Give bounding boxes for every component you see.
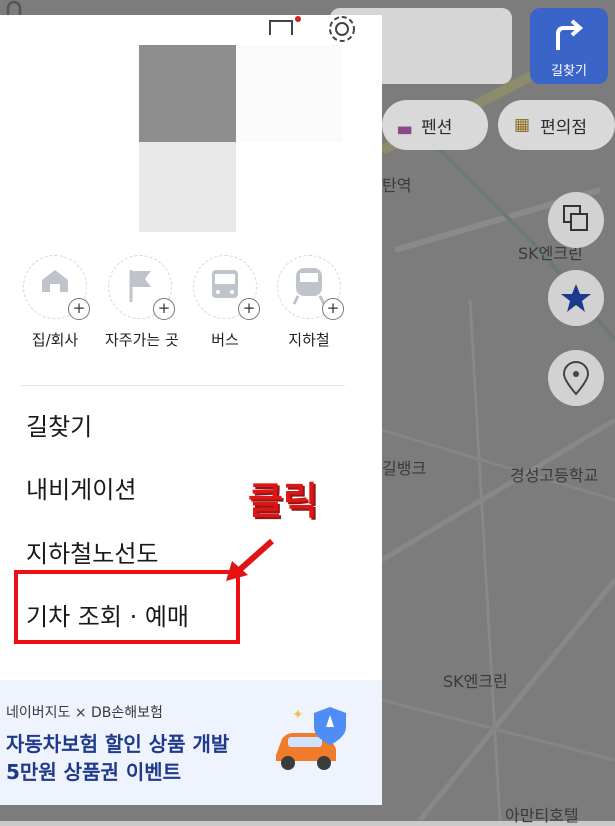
ad-subheadline: 5만원 상품권 이벤트 (6, 760, 182, 784)
location-pin-icon (562, 361, 590, 396)
quick-label: 지하철 (288, 331, 330, 349)
profile-image[interactable] (139, 45, 236, 142)
menu-item-directions[interactable]: 길찾기 (26, 407, 92, 442)
quick-bus[interactable]: + 버스 (190, 255, 260, 350)
notice-icon[interactable] (268, 15, 302, 37)
quick-favorite-places[interactable]: + 자주가는 곳 (105, 255, 179, 350)
quick-subway[interactable]: + 지하철 (274, 255, 344, 350)
side-drawer: + 집/회사 + 자주가는 곳 + 버스 + 지하철 길찾기 내비게이션 지하철… (0, 15, 382, 805)
add-icon: + (238, 298, 260, 320)
quick-circle: + (23, 255, 90, 320)
route-arrow-icon (556, 19, 584, 50)
star-icon (561, 284, 591, 312)
add-icon: + (68, 298, 90, 320)
layers-icon (563, 205, 588, 231)
chip-pension[interactable]: ▃ 펜션 (382, 100, 488, 150)
quick-home-work[interactable]: + 집/회사 (20, 255, 90, 350)
chip-label: 펜션 (421, 117, 453, 138)
menu-item-navigation[interactable]: 내비게이션 (26, 470, 136, 505)
map-place-label: 탄역 (382, 176, 412, 195)
ad-headline: 자동차보험 할인 상품 개발 (6, 732, 230, 756)
profile-background (236, 45, 342, 142)
highlight-box (14, 570, 240, 644)
quick-circle: + (193, 255, 260, 320)
map-place-label: 아만티호텔 (505, 806, 579, 825)
ad-banner[interactable]: 네이버지도 × DB손해보험 자동차보험 할인 상품 개발 5만원 상품권 이벤… (0, 680, 382, 805)
quick-label: 자주가는 곳 (105, 331, 179, 349)
quick-label: 버스 (211, 331, 239, 349)
svg-text:✦: ✦ (292, 707, 304, 723)
map-place-label: 길뱅크 (382, 459, 427, 478)
add-icon: + (322, 298, 344, 320)
quick-circle: + (108, 255, 175, 320)
quick-label: 집/회사 (31, 331, 79, 349)
route-button-label: 길찾기 (551, 64, 587, 79)
profile-image-lower (139, 142, 236, 232)
favorites-button[interactable] (548, 270, 604, 326)
chip-convenience-store[interactable]: ▦ 편의점 (498, 100, 615, 150)
quick-circle: + (277, 255, 344, 320)
ad-brand: 네이버지도 × DB손해보험 (6, 705, 163, 721)
click-annotation: 클릭 (248, 479, 318, 523)
route-button[interactable]: 길찾기 (530, 8, 608, 84)
my-location-button[interactable] (548, 350, 604, 406)
divider (20, 385, 345, 386)
store-icon: ▦ (514, 115, 531, 135)
bed-icon: ▃ (398, 115, 412, 135)
map-place-label: SK엔크린 (443, 672, 508, 691)
car-shield-icon: ✦ (276, 707, 346, 770)
map-place-label: 경성고등학교 (510, 466, 599, 485)
menu-item-subway-map[interactable]: 지하철노선도 (26, 534, 158, 569)
add-icon: + (153, 298, 175, 320)
chip-label: 편의점 (540, 117, 587, 138)
layers-button[interactable] (548, 192, 604, 248)
settings-gear-icon[interactable] (326, 15, 358, 45)
